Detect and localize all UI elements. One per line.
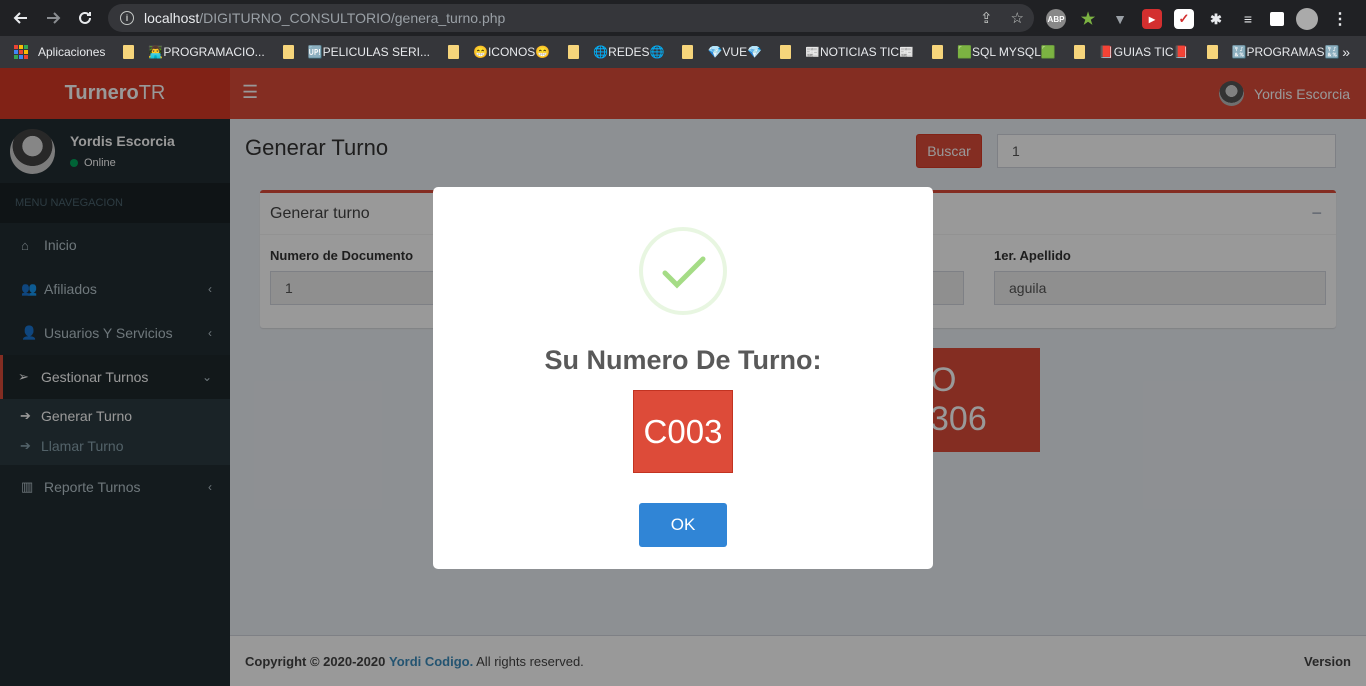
- apps-grid-icon: [14, 45, 28, 59]
- profile-avatar[interactable]: [1296, 8, 1318, 30]
- bookmark-folder[interactable]: 😁ICONOS😁: [448, 45, 550, 59]
- bookmark-label: 🌐REDES🌐: [593, 45, 665, 59]
- forward-icon[interactable]: [37, 0, 69, 36]
- bookmark-label: 🆙PELICULAS SERI...: [307, 45, 430, 59]
- bookmark-apps[interactable]: Aplicaciones: [14, 45, 105, 59]
- url-host: localhost: [144, 10, 200, 26]
- folder-icon: [932, 45, 944, 59]
- bookmark-folder[interactable]: 📕GUIAS TIC📕: [1073, 45, 1189, 59]
- folder-icon: [123, 45, 135, 59]
- bookmark-folder[interactable]: 📰NOTICIAS TIC📰: [780, 45, 914, 59]
- browser-toolbar: i localhost/DIGITURNO_CONSULTORIO/genera…: [0, 0, 1366, 36]
- success-icon: [639, 227, 727, 315]
- bookmark-label: 📰NOTICIAS TIC📰: [805, 45, 915, 59]
- bookmark-folder[interactable]: 🆙PELICULAS SERI...: [282, 45, 430, 59]
- bookmark-folder[interactable]: 🟩SQL MYSQL🟩: [932, 45, 1056, 59]
- folder-icon: [1206, 45, 1218, 59]
- puzzle-icon[interactable]: ✱: [1206, 9, 1226, 29]
- bookmark-folder[interactable]: 🌐REDES🌐: [568, 45, 664, 59]
- media-control-icon[interactable]: ≡: [1238, 9, 1258, 29]
- ok-button[interactable]: OK: [639, 503, 727, 547]
- reload-icon[interactable]: [69, 0, 101, 36]
- bookmark-folder[interactable]: 💎VUE💎: [682, 45, 762, 59]
- bookmarks-bar: Aplicaciones 👨‍💻PROGRAMACIO... 🆙PELICULA…: [0, 36, 1366, 68]
- url-path: /DIGITURNO_CONSULTORIO/genera_turno.php: [199, 10, 506, 26]
- vue-devtools-icon[interactable]: ▼: [1110, 9, 1130, 29]
- share-icon[interactable]: ⇪: [980, 9, 993, 27]
- bookmark-label: 😁ICONOS😁: [473, 45, 551, 59]
- folder-icon: [282, 45, 294, 59]
- bookmark-folder[interactable]: 👨‍💻PROGRAMACIO...: [123, 45, 265, 59]
- address-bar[interactable]: i localhost/DIGITURNO_CONSULTORIO/genera…: [108, 4, 1034, 32]
- extensions-bar: ABP ★ ▼ ▶ ✓ ✱ ≡ ⋮: [1046, 8, 1350, 30]
- turno-number: C003: [633, 390, 733, 473]
- bookmark-label: 📕GUIAS TIC📕: [1098, 45, 1189, 59]
- sidepanel-icon[interactable]: [1270, 12, 1284, 26]
- adblock-icon[interactable]: ABP: [1046, 9, 1066, 29]
- browser-menu-icon[interactable]: ⋮: [1330, 9, 1350, 29]
- folder-icon: [682, 45, 694, 59]
- folder-icon: [568, 45, 580, 59]
- modal-title: Su Numero De Turno:: [544, 345, 822, 375]
- bookmarks-overflow-icon[interactable]: »: [1342, 44, 1350, 60]
- bookmark-label: 💎VUE💎: [707, 45, 763, 59]
- media-extension-icon[interactable]: ▶: [1142, 9, 1162, 29]
- folder-icon: [448, 45, 459, 59]
- site-info-icon[interactable]: i: [120, 11, 134, 25]
- bookmark-label: 👨‍💻PROGRAMACIO...: [148, 45, 265, 59]
- back-icon[interactable]: [5, 0, 37, 36]
- folder-icon: [780, 45, 792, 59]
- folder-icon: [1073, 45, 1085, 59]
- bookmark-folder[interactable]: 🔣PROGRAMAS🔣: [1206, 45, 1340, 59]
- star-extension-icon[interactable]: ★: [1078, 9, 1098, 29]
- bookmark-label: Aplicaciones: [38, 45, 106, 59]
- bookmark-star-icon[interactable]: ☆: [1011, 9, 1024, 27]
- bookmark-label: 🔣PROGRAMAS🔣: [1231, 45, 1340, 59]
- bookmark-label: 🟩SQL MYSQL🟩: [957, 45, 1056, 59]
- checklist-extension-icon[interactable]: ✓: [1174, 9, 1194, 29]
- turno-modal: Su Numero De Turno: C003 OK: [433, 187, 933, 569]
